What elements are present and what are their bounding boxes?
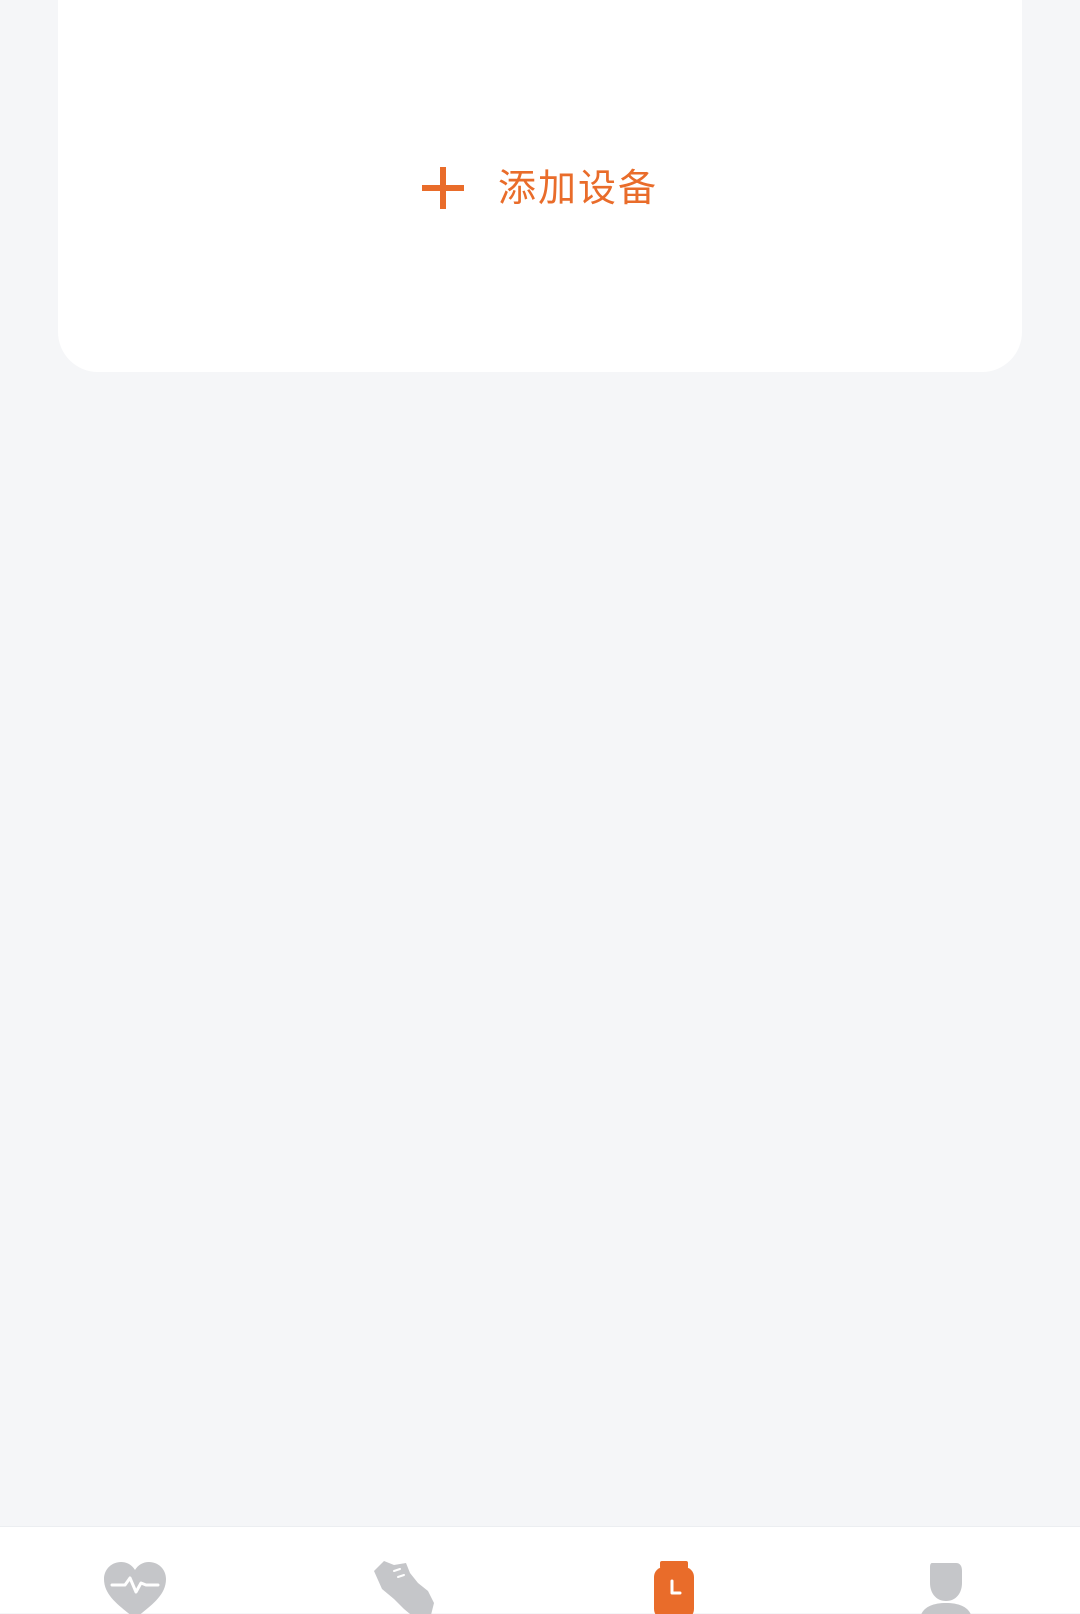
add-device-button[interactable]: 添加设备 <box>58 152 1022 224</box>
person-icon <box>921 1563 971 1614</box>
tab-health[interactable] <box>75 1527 195 1614</box>
running-shoe-icon <box>374 1561 434 1614</box>
device-card: 添加设备 <box>58 0 1022 372</box>
tab-profile[interactable] <box>886 1527 1006 1614</box>
tab-device[interactable] <box>614 1527 734 1614</box>
smartwatch-icon <box>654 1561 694 1614</box>
plus-icon <box>421 167 464 209</box>
add-device-label: 添加设备 <box>497 166 658 210</box>
heart-pulse-icon <box>104 1562 166 1614</box>
bottom-tab-bar <box>0 1526 1080 1614</box>
tab-sport[interactable] <box>345 1527 465 1614</box>
